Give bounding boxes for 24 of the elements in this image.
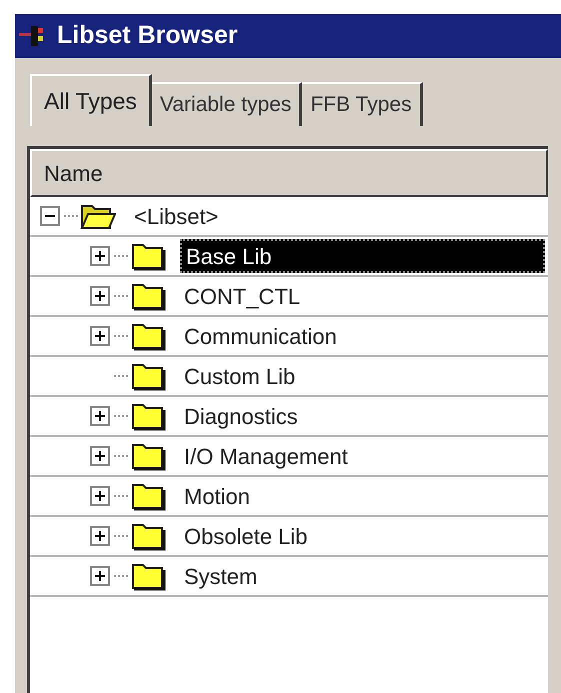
- collapse-icon[interactable]: [40, 206, 60, 226]
- expand-icon[interactable]: [90, 406, 110, 426]
- tree-item[interactable]: I/O Management: [180, 440, 348, 472]
- tab[interactable]: All Types: [30, 74, 152, 126]
- expand-icon[interactable]: [90, 486, 110, 506]
- expand-icon[interactable]: [90, 326, 110, 346]
- column-header[interactable]: Name: [30, 149, 548, 197]
- expand-icon[interactable]: [90, 526, 110, 546]
- expand-icon[interactable]: [90, 246, 110, 266]
- tree-item[interactable]: Custom Lib: [180, 360, 296, 392]
- expand-icon[interactable]: [90, 446, 110, 466]
- tree-item[interactable]: CONT_CTL: [180, 280, 300, 312]
- tree-item[interactable]: Base Lib: [180, 239, 545, 273]
- tree-item[interactable]: Motion: [180, 480, 250, 512]
- tree-item[interactable]: Communication: [180, 320, 337, 352]
- expand-icon[interactable]: [90, 566, 110, 586]
- tree-item[interactable]: Obsolete Lib: [180, 520, 308, 552]
- tab[interactable]: FFB Types: [302, 82, 423, 126]
- tree-item[interactable]: Diagnostics: [180, 400, 298, 432]
- tree-item[interactable]: System: [180, 560, 258, 592]
- tree-item[interactable]: <Libset>: [130, 200, 218, 232]
- tab[interactable]: Variable types: [152, 82, 302, 126]
- window-title: Libset Browser: [57, 20, 238, 52]
- expand-icon[interactable]: [90, 286, 110, 306]
